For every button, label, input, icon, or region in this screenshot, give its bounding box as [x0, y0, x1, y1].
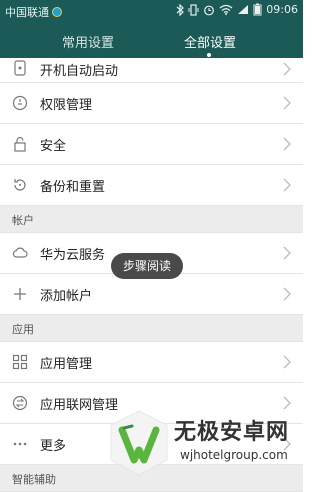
clock: 09:06 [266, 3, 298, 16]
power-icon [14, 60, 26, 76]
chevron-right-icon [283, 287, 291, 301]
tab-common-settings[interactable]: 常用设置 [62, 32, 114, 51]
list-item-label: 华为云服务 [40, 248, 106, 263]
cloud-icon [12, 247, 28, 258]
alarm-icon [204, 5, 215, 15]
restore-icon [14, 179, 26, 191]
site-watermark: 无极安卓网 wjhotelgroup.com [94, 406, 303, 483]
wifi-icon [219, 4, 233, 15]
list-item-add-account[interactable]: 添加帐户 [0, 274, 303, 315]
list-item-auto-start[interactable]: 开机自动启动 [0, 58, 303, 83]
section-title: 帐户 [12, 214, 34, 227]
list-item-label: 添加帐户 [40, 289, 93, 304]
status-bar: 中国联通 09:06 [0, 0, 303, 22]
list-item-label: 安全 [40, 139, 67, 154]
list-item-label: 权限管理 [40, 98, 93, 113]
status-icons: 09:06 [176, 3, 298, 16]
watermark-logo-icon [110, 410, 168, 476]
list-item-label: 应用管理 [40, 357, 93, 372]
settings-tabs: 常用设置 全部设置 [0, 22, 303, 58]
network-icon [12, 395, 28, 411]
chevron-right-icon [283, 178, 291, 192]
section-header-account: 帐户 [0, 206, 303, 233]
section-title: 智能辅助 [12, 473, 56, 486]
list-item-label: 备份和重置 [40, 180, 106, 195]
shield-icon [12, 95, 28, 111]
list-item-permissions[interactable]: 权限管理 [0, 83, 303, 124]
carrier-name: 中国联通 [5, 4, 62, 20]
list-item-label: 开机自动启动 [40, 64, 119, 79]
bluetooth-icon [176, 3, 185, 16]
vibrate-icon [188, 3, 199, 16]
battery-icon [253, 3, 262, 16]
chevron-right-icon [283, 62, 291, 76]
list-item-security[interactable]: 安全 [0, 124, 303, 165]
list-item-backup-reset[interactable]: 备份和重置 [0, 165, 303, 206]
active-tab-indicator [207, 53, 211, 57]
section-title: 应用 [12, 323, 34, 336]
signal-icon [238, 5, 249, 14]
section-header-apps: 应用 [0, 315, 303, 342]
watermark-title: 无极安卓网 [174, 420, 290, 445]
chevron-right-icon [283, 96, 291, 110]
grid-icon [12, 354, 28, 370]
more-icon [13, 442, 27, 446]
list-item-label: 更多 [40, 439, 67, 454]
chevron-right-icon [283, 246, 291, 260]
list-item-app-management[interactable]: 应用管理 [0, 342, 303, 383]
chevron-right-icon [283, 355, 291, 369]
sim-icon [52, 7, 62, 17]
step-reading-toast[interactable]: 步骤阅读 [111, 253, 183, 279]
lock-icon [14, 136, 26, 152]
chevron-right-icon [283, 137, 291, 151]
plus-icon [14, 288, 26, 300]
watermark-url: wjhotelgroup.com [180, 448, 288, 462]
tab-all-settings[interactable]: 全部设置 [184, 32, 236, 51]
